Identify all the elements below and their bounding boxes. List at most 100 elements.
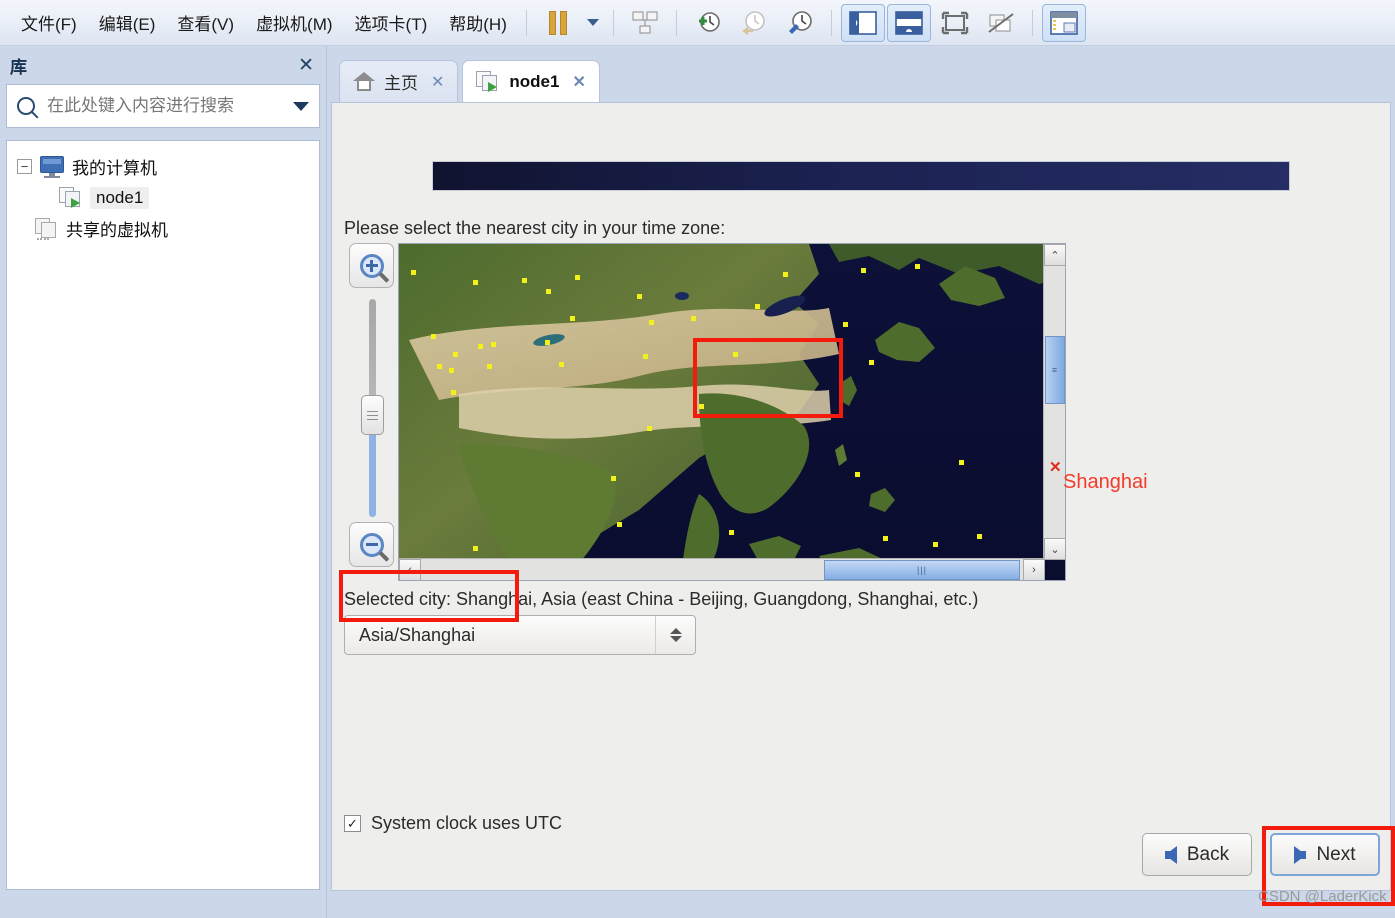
city-dot[interactable]	[959, 460, 964, 465]
city-dot[interactable]	[437, 364, 442, 369]
menu-file[interactable]: 文件(F)	[10, 5, 88, 40]
toolbar-separator-1	[525, 9, 527, 36]
unity-mode-button[interactable]	[979, 4, 1023, 42]
city-dot[interactable]	[473, 546, 478, 551]
menu-view[interactable]: 查看(V)	[166, 5, 245, 40]
city-dot[interactable]	[869, 360, 874, 365]
world-map[interactable]: ⌃ ≡ ⌄ ‹ ||| ›	[398, 243, 1066, 581]
city-dot[interactable]	[473, 280, 478, 285]
arrow-left-icon	[1164, 845, 1177, 864]
tab-home[interactable]: 主页 ✕	[339, 60, 459, 102]
grip-icon: |||	[916, 565, 927, 575]
map-horizontal-scrollbar[interactable]: ‹ ||| ›	[399, 558, 1045, 580]
scroll-down-button[interactable]: ⌄	[1044, 538, 1065, 560]
show-library-button[interactable]	[840, 3, 885, 42]
city-dot[interactable]	[559, 362, 564, 367]
city-dot[interactable]	[570, 316, 575, 321]
menu-tabs[interactable]: 选项卡(T)	[344, 5, 439, 40]
vertical-scroll-thumb[interactable]: ≡	[1045, 336, 1065, 404]
city-dot[interactable]	[643, 354, 648, 359]
pause-vm-button[interactable]	[536, 4, 580, 42]
snapshot-manager-button[interactable]	[778, 4, 822, 42]
selected-city-text: Selected city: Shanghai, Asia (east Chin…	[344, 589, 979, 609]
city-dot[interactable]	[487, 364, 492, 369]
tree-item-shared-vms[interactable]: 共享的虚拟机	[15, 213, 311, 244]
power-dropdown-button[interactable]	[582, 4, 604, 42]
expander-icon[interactable]: −	[17, 159, 32, 174]
city-dot[interactable]	[411, 270, 416, 275]
show-thumbnail-bar-button[interactable]	[886, 3, 931, 42]
city-dot[interactable]	[522, 278, 527, 283]
menu-help[interactable]: 帮助(H)	[438, 5, 518, 40]
timezone-select[interactable]: Asia/Shanghai	[344, 615, 696, 655]
menu-vm[interactable]: 虚拟机(M)	[245, 5, 343, 40]
vm-area: 主页 ✕ node1 ✕ Please select the nearest c…	[327, 46, 1395, 918]
city-dot[interactable]	[647, 426, 652, 431]
enter-fullscreen-button[interactable]	[933, 4, 977, 42]
utc-checkbox-row[interactable]: ✓ System clock uses UTC	[344, 813, 562, 834]
shared-vm-icon	[35, 217, 59, 240]
city-dot[interactable]	[575, 275, 580, 280]
city-dot[interactable]	[915, 264, 920, 269]
city-dot[interactable]	[691, 316, 696, 321]
scroll-left-button[interactable]: ‹	[399, 559, 421, 580]
city-dot[interactable]	[617, 522, 622, 527]
city-dot[interactable]	[733, 352, 738, 357]
toolbar-separator-5	[1031, 9, 1033, 36]
console-view-button[interactable]	[1041, 3, 1086, 42]
guest-screen[interactable]: Please select the nearest city in your t…	[331, 102, 1391, 891]
city-dot[interactable]	[843, 322, 848, 327]
back-button[interactable]: Back	[1142, 833, 1252, 876]
city-dot[interactable]	[478, 344, 483, 349]
map-vertical-scrollbar[interactable]: ⌃ ≡ ⌄	[1043, 244, 1065, 560]
close-icon[interactable]: ✕	[431, 72, 444, 92]
tab-node1[interactable]: node1 ✕	[462, 60, 600, 102]
city-dot[interactable]	[449, 368, 454, 373]
city-dot[interactable]	[611, 476, 616, 481]
city-dot[interactable]	[637, 294, 642, 299]
scroll-right-button[interactable]: ›	[1023, 559, 1045, 580]
search-input[interactable]	[45, 95, 283, 117]
zoom-in-button[interactable]	[349, 243, 394, 288]
zoom-out-button[interactable]	[349, 522, 394, 567]
city-dot[interactable]	[977, 534, 982, 539]
close-icon[interactable]: ✕	[572, 72, 585, 92]
utc-checkbox[interactable]: ✓	[344, 815, 361, 832]
city-dot[interactable]	[729, 530, 734, 535]
revert-snapshot-button[interactable]	[732, 4, 776, 42]
search-icon	[17, 97, 35, 115]
close-icon[interactable]: ✕	[298, 56, 314, 75]
city-dot[interactable]	[545, 340, 550, 345]
city-dot[interactable]	[861, 268, 866, 273]
city-dot[interactable]	[783, 272, 788, 277]
city-dot[interactable]	[933, 542, 938, 547]
manage-snapshot-button[interactable]	[623, 4, 667, 42]
city-dot[interactable]	[883, 536, 888, 541]
chevron-down-icon[interactable]	[293, 101, 309, 111]
city-dot[interactable]	[451, 390, 456, 395]
library-search-box[interactable]	[6, 84, 320, 128]
next-button[interactable]: Next	[1270, 833, 1380, 876]
tree-item-my-computer[interactable]: − 我的计算机	[15, 151, 311, 182]
city-dot[interactable]	[431, 334, 436, 339]
menu-edit[interactable]: 编辑(E)	[88, 5, 167, 40]
chevron-down-icon	[586, 19, 599, 26]
city-dot[interactable]	[855, 472, 860, 477]
city-dot[interactable]	[649, 320, 654, 325]
tree-item-node1[interactable]: node1	[15, 182, 311, 213]
city-dot[interactable]	[699, 404, 704, 409]
horizontal-scroll-thumb[interactable]: |||	[824, 560, 1020, 580]
tree-item-label: 共享的虚拟机	[66, 221, 168, 240]
spinner-icon[interactable]	[655, 616, 695, 654]
timezone-value: Asia/Shanghai	[359, 624, 476, 645]
take-snapshot-icon	[698, 11, 720, 32]
next-button-label: Next	[1316, 843, 1356, 865]
scroll-up-button[interactable]: ⌃	[1044, 244, 1065, 266]
city-dot[interactable]	[755, 304, 760, 309]
city-dot[interactable]	[491, 342, 496, 347]
city-dot[interactable]	[546, 289, 551, 294]
city-dot[interactable]	[453, 352, 458, 357]
zoom-slider-handle[interactable]	[361, 395, 384, 435]
take-snapshot-button[interactable]	[686, 4, 730, 42]
home-icon	[353, 71, 375, 92]
